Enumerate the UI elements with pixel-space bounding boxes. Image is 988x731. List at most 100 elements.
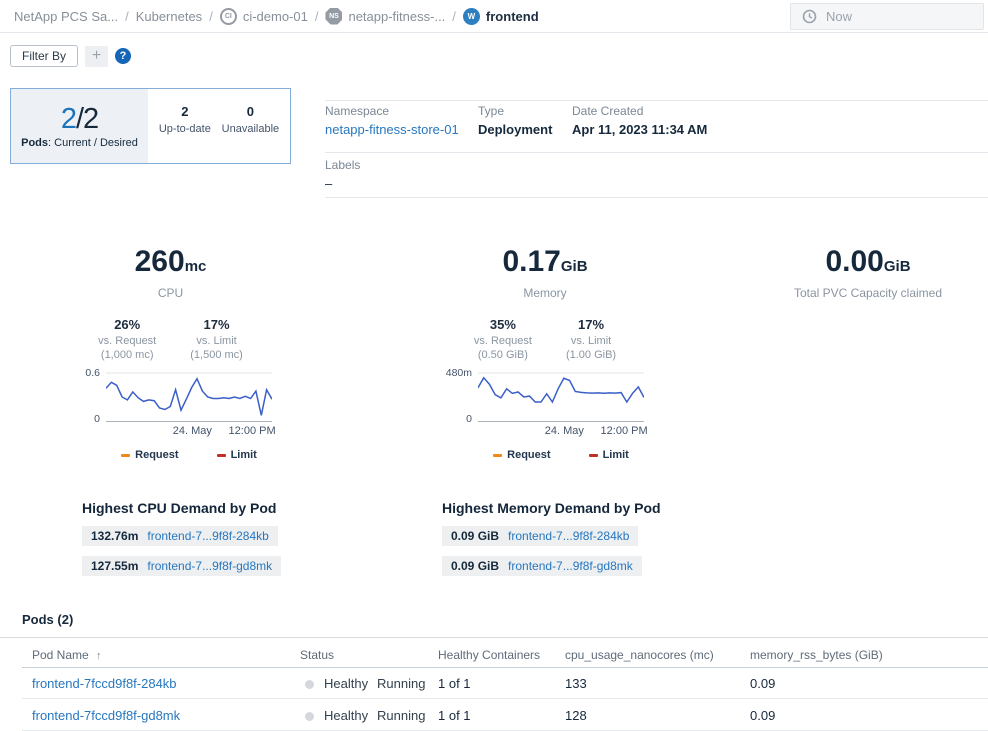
- healthy-containers-value: 1 of 1: [438, 676, 471, 691]
- type-detail: Type Deployment: [478, 104, 552, 137]
- memory-legend-limit: Limit: [589, 449, 629, 461]
- cpu-demand-value: 127.55m: [91, 559, 138, 573]
- limit-legend-swatch: [217, 454, 226, 457]
- time-range-label: Now: [826, 9, 852, 24]
- memory-demand-pod-link[interactable]: frontend-7...9f8f-gd8mk: [508, 559, 633, 573]
- pvc-metric: 0.00GiB Total PVC Capacity claimed: [750, 246, 986, 300]
- cpu-chart-legend: Request Limit: [106, 449, 272, 461]
- memory-demand-pod-link[interactable]: frontend-7...9f8f-284kb: [508, 529, 629, 543]
- breadcrumb-item-tenant[interactable]: NetApp PCS Sa...: [14, 9, 118, 24]
- memory-demand-row: 0.09 GiB frontend-7...9f8f-gd8mk: [442, 556, 642, 576]
- cpu-request-pct: 26%: [98, 318, 156, 332]
- namespace-detail: Namespace netapp-fitness-store-01: [325, 104, 459, 137]
- memory-chart-ytick-zero: 0: [442, 413, 472, 425]
- add-filter-button[interactable]: +: [85, 46, 108, 67]
- pods-desired-value: 2: [83, 103, 98, 135]
- details-divider-bottom: [325, 197, 988, 198]
- clock-icon: [802, 9, 817, 24]
- memory-chart-xlabels: 24. May 12:00 PM: [478, 425, 644, 439]
- status-dot-icon: [305, 680, 314, 689]
- labels-detail: Labels –: [325, 158, 360, 191]
- pvc-unit: GiB: [884, 258, 911, 275]
- time-range-selector[interactable]: Now: [790, 3, 984, 30]
- cpu-chart-ytick-zero: 0: [70, 413, 100, 425]
- column-header-healthy-containers[interactable]: Healthy Containers: [438, 648, 540, 662]
- memory-substats: 35% vs. Request (0.50 GiB) 17% vs. Limit…: [430, 318, 660, 362]
- cpu-request-sub: (1,000 mc): [98, 348, 156, 362]
- pods-table-top-divider: [0, 637, 988, 638]
- app-root: NetApp PCS Sa... / Kubernetes / CI ci-de…: [0, 0, 988, 731]
- cpu-legend-request: Request: [121, 449, 178, 461]
- memory-unit: GiB: [561, 258, 588, 275]
- memory-vs-request: 35% vs. Request (0.50 GiB): [474, 318, 532, 362]
- cpu-usage-chart: 0.6 0 24. May 12:00 PM Request Limit: [106, 372, 272, 461]
- pod-name-link[interactable]: frontend-7fccd9f8f-284kb: [32, 676, 177, 691]
- details-divider-middle: [325, 152, 988, 153]
- column-header-cpu-usage[interactable]: cpu_usage_nanocores (mc): [565, 648, 714, 662]
- column-header-status[interactable]: Status: [300, 648, 334, 662]
- pvc-value: 0.00GiB: [750, 246, 986, 283]
- pod-health-status: Healthy: [324, 676, 368, 691]
- cpu-substats: 26% vs. Request (1,000 mc) 17% vs. Limit…: [58, 318, 283, 362]
- cpu-demand-pod-link[interactable]: frontend-7...9f8f-gd8mk: [147, 559, 272, 573]
- memory-request-label: vs. Request: [474, 334, 532, 348]
- memory-request-pct: 35%: [474, 318, 532, 332]
- unavailable-label: Unavailable: [222, 123, 279, 135]
- column-header-memory-rss[interactable]: memory_rss_bytes (GiB): [750, 648, 883, 662]
- date-created-label: Date Created: [572, 104, 707, 118]
- cpu-limit-pct: 17%: [190, 318, 243, 332]
- pods-caption-bold: Pods: [21, 137, 48, 149]
- date-created-value: Apr 11, 2023 11:34 AM: [572, 122, 707, 137]
- up-to-date-value: 2: [159, 104, 211, 119]
- cpu-unit: mc: [185, 258, 207, 275]
- memory-legend-request: Request: [493, 449, 550, 461]
- filter-by-button[interactable]: Filter By: [10, 45, 78, 67]
- cpu-chart-ytick-max: 0.6: [70, 367, 100, 379]
- breadcrumb-item-cluster[interactable]: CI ci-demo-01: [220, 8, 308, 25]
- breadcrumb-separator: /: [452, 9, 456, 24]
- cpu-usage-value: 133: [565, 676, 587, 691]
- memory-demand-value: 0.09 GiB: [451, 529, 499, 543]
- cpu-demand-pod-link[interactable]: frontend-7...9f8f-284kb: [147, 529, 268, 543]
- column-header-pod-name[interactable]: Pod Name ↑: [32, 648, 102, 662]
- memory-chart-xtick-time: 12:00 PM: [601, 425, 648, 437]
- pods-ratio: 2/2: [61, 104, 98, 134]
- pods-ratio-separator: /: [76, 103, 83, 135]
- table-row: frontend-7fccd9f8f-284kb Healthy Running…: [22, 668, 988, 699]
- cpu-limit-sub: (1,500 mc): [190, 348, 243, 362]
- pods-current-desired: 2/2 Pods: Current / Desired: [11, 89, 148, 163]
- cpu-vs-limit: 17% vs. Limit (1,500 mc): [190, 318, 243, 362]
- status-dot-icon: [305, 712, 314, 721]
- cpu-vs-request: 26% vs. Request (1,000 mc): [98, 318, 156, 362]
- limit-legend-label: Limit: [603, 449, 629, 461]
- pod-name-link[interactable]: frontend-7fccd9f8f-gd8mk: [32, 708, 180, 723]
- cpu-label: CPU: [58, 286, 283, 300]
- highest-memory-demand-title: Highest Memory Demand by Pod: [442, 500, 661, 516]
- cpu-request-label: vs. Request: [98, 334, 156, 348]
- top-bar: NetApp PCS Sa... / Kubernetes / CI ci-de…: [0, 0, 988, 33]
- pod-health-status: Healthy: [324, 708, 368, 723]
- cpu-number: 260: [135, 245, 185, 278]
- labels-label: Labels: [325, 158, 360, 172]
- request-legend-label: Request: [507, 449, 550, 461]
- type-label: Type: [478, 104, 552, 118]
- cpu-chart-xtick-date: 24. May: [173, 425, 212, 437]
- cpu-metric: 260mc CPU: [58, 246, 283, 300]
- cpu-chart-xtick-time: 12:00 PM: [229, 425, 276, 437]
- memory-limit-sub: (1.00 GiB): [566, 348, 616, 362]
- pvc-number: 0.00: [825, 245, 883, 278]
- highest-cpu-demand-title: Highest CPU Demand by Pod: [82, 500, 281, 516]
- cluster-icon: CI: [220, 8, 237, 25]
- breadcrumb-namespace-label: netapp-fitness-...: [348, 9, 445, 24]
- pod-name-header-label: Pod Name: [32, 648, 89, 662]
- breadcrumb-item-namespace[interactable]: NS netapp-fitness-...: [325, 8, 445, 25]
- breadcrumb-item-workload[interactable]: W frontend: [463, 8, 539, 25]
- request-legend-label: Request: [135, 449, 178, 461]
- sort-ascending-icon: ↑: [96, 650, 102, 662]
- memory-limit-pct: 17%: [566, 318, 616, 332]
- workload-icon: W: [463, 8, 480, 25]
- help-icon[interactable]: ?: [115, 48, 131, 64]
- pods-caption-rest: : Current / Desired: [48, 137, 138, 149]
- breadcrumb-item-kubernetes[interactable]: Kubernetes: [136, 9, 203, 24]
- namespace-link[interactable]: netapp-fitness-store-01: [325, 122, 459, 137]
